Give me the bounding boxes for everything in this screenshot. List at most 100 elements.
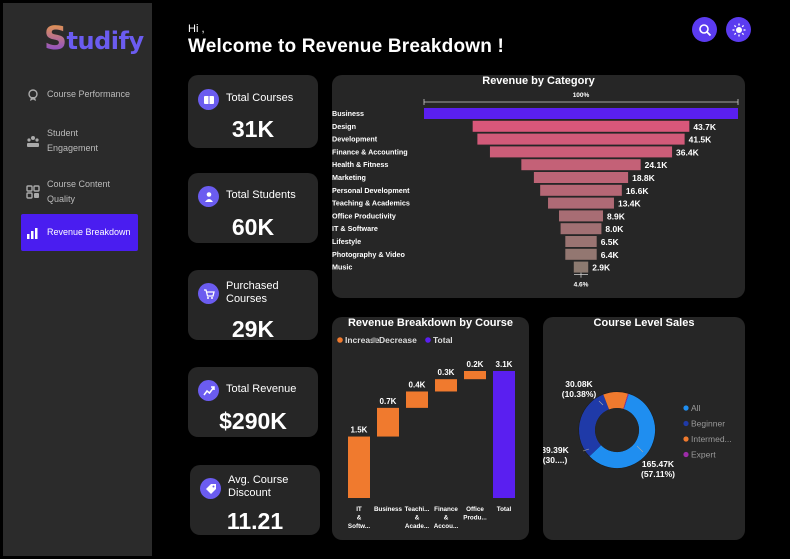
sidebar-item-course-performance[interactable]: Course Performance [21, 87, 138, 102]
funnel-bar [559, 210, 603, 222]
slice-label: (30....) [543, 455, 567, 465]
sidebar-item-student-engagement[interactable]: Student Engagement [21, 126, 138, 156]
book-icon [198, 89, 219, 110]
category-label: Total [497, 506, 512, 513]
value-label: 8.0K [605, 224, 624, 234]
waterfall-chart: Increase Decrease Total1.5KIT&Softw...0.7K… [337, 335, 515, 530]
slice-label: 165.47K [642, 459, 675, 469]
value-label: 18.8K [632, 173, 656, 183]
value-label: 0.3K [438, 368, 455, 377]
value-label: 3.1K [496, 360, 513, 369]
waterfall-bar [435, 379, 457, 392]
value-label: 0.7K [380, 397, 397, 406]
value-label: 6.4K [601, 250, 620, 260]
funnel-bar [477, 133, 685, 145]
value-label: 36.4K [676, 147, 700, 157]
bar-chart-icon [27, 227, 38, 239]
legend-label: Expert [691, 450, 716, 460]
category-label: Office [466, 506, 484, 513]
kpi-card-total-students: Total Students 60K [188, 173, 318, 243]
funnel-bar [489, 146, 673, 158]
legend-label: Decrease [379, 335, 417, 345]
category-label: Music [332, 263, 352, 272]
value-label: 8.9K [607, 211, 626, 221]
kpi-label: Purchased Courses [226, 280, 279, 305]
slice-label: (10.38%) [562, 389, 597, 399]
category-label: & [444, 515, 449, 522]
category-label: Business [374, 506, 402, 513]
sun-icon [732, 23, 745, 36]
waterfall-bar [377, 407, 399, 437]
kpi-label: Total Courses [226, 92, 294, 104]
sidebar-item-label: Student Engagement [47, 128, 99, 153]
student-icon [198, 186, 219, 207]
category-label: Teachi... [405, 506, 430, 513]
funnel-bar [573, 261, 589, 273]
category-label: Development [332, 135, 378, 144]
waterfall-bar [464, 371, 486, 380]
sidebar-item-label: Revenue Breakdown [47, 227, 131, 237]
theme-toggle-button[interactable] [726, 17, 751, 42]
kpi-value: 29K [231, 316, 275, 342]
donut-chart: 30.08K(10.38%) 89.39K(30....) 165.47K(57.1… [543, 379, 732, 479]
search-button[interactable] [692, 17, 717, 42]
sidebar-item-course-content-quality[interactable]: Course Content Quality [21, 177, 138, 207]
category-label: Produ... [463, 515, 487, 522]
waterfall-bar [348, 436, 370, 498]
legend-label: Total [433, 335, 453, 345]
value-label: 16.6K [626, 186, 650, 196]
category-label: Acade... [405, 523, 429, 530]
category-label: Softw... [348, 523, 370, 530]
legend-marker [371, 337, 377, 343]
greeting: Hi , [188, 23, 205, 35]
kpi-value: $290K [219, 408, 287, 434]
legend-label: Beginner [691, 419, 725, 429]
legend-marker [337, 337, 343, 343]
kpi-card-total-courses: Total Courses 31K [188, 75, 318, 148]
legend-marker [683, 420, 689, 427]
waterfall-bar [493, 371, 515, 498]
funnel-bar [565, 236, 597, 247]
kpi-value: 31K [231, 116, 275, 142]
course-level-sales-panel: Course Level Sales 30.08K (10.38%) 89.39K(… [543, 317, 745, 540]
kpi-label: Avg. Course Discount [228, 474, 289, 499]
funnel-chart: 100% Business Design 43.7K Development 41.5K F… [332, 92, 739, 289]
percent-label-top: 100% [573, 92, 590, 99]
value-label: 0.2K [467, 360, 484, 369]
category-label: Finance [434, 506, 458, 513]
revenue-by-category-panel: Revenue by Category 100% Business Design 43… [332, 75, 745, 298]
category-label: Finance & Accounting [332, 147, 408, 156]
funnel-bar [424, 108, 738, 119]
legend-marker [683, 451, 689, 458]
legend-marker [425, 337, 431, 343]
funnel-bar [540, 184, 622, 196]
slice-label: 89.39K [543, 445, 570, 455]
waterfall-bar [406, 391, 428, 408]
value-label: 0.4K [409, 380, 426, 389]
category-label: Design [332, 122, 356, 131]
kpi-value: 60K [231, 214, 275, 240]
donut-hole [595, 408, 639, 452]
search-icon [698, 23, 711, 36]
category-label: IT & Software [332, 224, 378, 233]
funnel-bar [521, 159, 641, 171]
percent-label-bottom: 4.6% [574, 282, 589, 289]
value-label: 6.5K [601, 237, 620, 247]
kpi-value: 11.21 [226, 508, 284, 534]
value-label: 2.9K [592, 263, 611, 273]
category-label: Business [332, 109, 364, 118]
kpi-label: Total Students [226, 189, 296, 201]
category-label: Teaching & Academics [332, 199, 410, 208]
funnel-bar [560, 223, 602, 235]
kpi-card-avg-course-discount: Avg. Course Discount 11.21 [190, 465, 320, 535]
app-logo[interactable]: Studify [44, 19, 144, 57]
value-label: 43.7K [693, 122, 717, 132]
category-label: & [415, 515, 420, 522]
funnel-bar [565, 248, 597, 260]
sidebar: Studify Course Performance Student Engage… [3, 3, 152, 556]
value-label: 41.5K [689, 135, 713, 145]
sidebar-item-revenue-breakdown[interactable]: Revenue Breakdown [21, 214, 138, 251]
category-label: Personal Development [332, 186, 410, 195]
discount-tag-icon [200, 478, 221, 499]
legend-marker [683, 405, 689, 411]
